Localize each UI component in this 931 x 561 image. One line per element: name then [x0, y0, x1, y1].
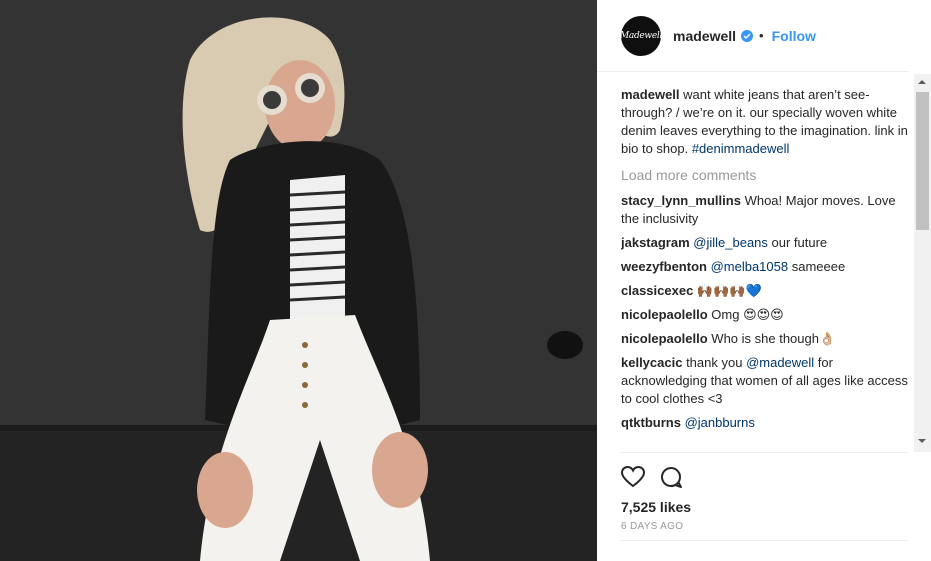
- scroll-down-arrow-icon[interactable]: [918, 439, 926, 443]
- comment-item: qtktburns @janbburns: [621, 414, 909, 432]
- comment-item: kellycacic thank you @madewell for ackno…: [621, 354, 909, 408]
- separator-dot: •: [759, 28, 764, 43]
- post-header: Madewell madewell • Follow: [597, 0, 909, 72]
- comment-text: Who is she though👌🏼: [707, 331, 836, 346]
- comment-text: 🙌🏾🙌🏾🙌🏾💙: [693, 283, 762, 298]
- comment-item: classicexec 🙌🏾🙌🏾🙌🏾💙: [621, 282, 909, 300]
- scrollbar-thumb[interactable]: [916, 92, 929, 230]
- comment-item: jakstagram @jille_beans our future: [621, 234, 909, 252]
- comment-item: nicolepaolello Omg 😍😍😍: [621, 306, 909, 324]
- comment-username[interactable]: nicolepaolello: [621, 331, 708, 346]
- caption: madewell want white jeans that aren’t se…: [621, 86, 909, 158]
- comment-item: stacy_lynn_mullins Whoa! Major moves. Lo…: [621, 192, 909, 228]
- comment-username[interactable]: nicolepaolello: [621, 307, 708, 322]
- post-actions: 7,525 likes 6 DAYS AGO: [620, 452, 909, 532]
- load-more-comments-button[interactable]: Load more comments: [621, 166, 909, 184]
- heart-icon[interactable]: [620, 465, 646, 491]
- post-timestamp[interactable]: 6 DAYS AGO: [621, 521, 909, 532]
- mention-link[interactable]: @madewell: [746, 355, 814, 370]
- comment-bubble-icon[interactable]: [659, 465, 683, 492]
- comment-text: Omg 😍😍😍: [707, 307, 784, 322]
- caption-username[interactable]: madewell: [621, 87, 680, 102]
- hashtag-link[interactable]: #denimmadewell: [692, 141, 790, 156]
- likes-count[interactable]: 7,525 likes: [621, 499, 909, 515]
- comment-username[interactable]: classicexec: [621, 283, 693, 298]
- post-photo[interactable]: [0, 0, 597, 561]
- comment-item: nicolepaolello Who is she though👌🏼: [621, 330, 909, 348]
- comment-username[interactable]: jakstagram: [621, 235, 690, 250]
- avatar[interactable]: Madewell: [620, 15, 662, 56]
- comment-username[interactable]: qtktburns: [621, 415, 681, 430]
- comment-text: sameeee: [788, 259, 846, 274]
- comment-username[interactable]: stacy_lynn_mullins: [621, 193, 741, 208]
- comment-username[interactable]: kellycacic: [621, 355, 682, 370]
- divider: [621, 540, 909, 541]
- comment-item: weezyfbenton @melba1058 sameeee: [621, 258, 909, 276]
- mention-link[interactable]: @melba1058: [707, 259, 789, 274]
- comment-username[interactable]: weezyfbenton: [621, 259, 707, 274]
- scroll-up-arrow-icon[interactable]: [918, 80, 926, 84]
- mention-link[interactable]: @janbburns: [681, 415, 755, 430]
- mention-link[interactable]: @jille_beans: [690, 235, 768, 250]
- comments-list[interactable]: madewell want white jeans that aren’t se…: [621, 86, 909, 450]
- verified-badge-icon: [741, 29, 754, 42]
- post-side-panel: Madewell madewell • Follow madewell want…: [597, 0, 931, 561]
- comment-text: our future: [767, 235, 828, 250]
- username-link[interactable]: madewell: [673, 28, 736, 44]
- follow-button[interactable]: Follow: [772, 28, 816, 44]
- comment-text: thank you: [682, 355, 747, 370]
